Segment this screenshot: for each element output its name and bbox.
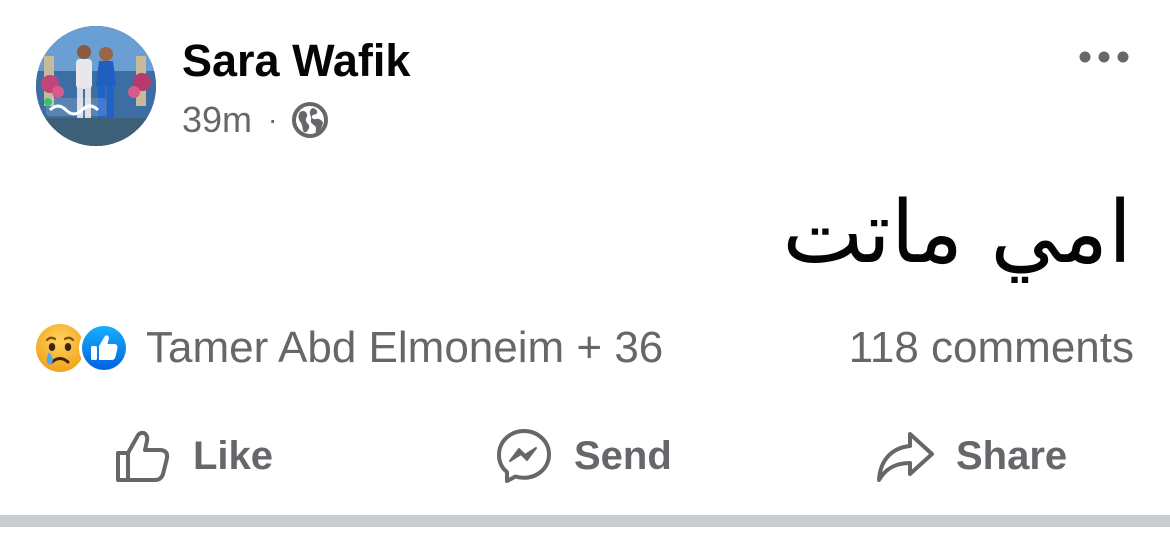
share-button[interactable]: Share <box>874 420 1067 492</box>
author-name[interactable]: Sara Wafik <box>182 36 410 86</box>
like-button[interactable]: Like <box>113 420 273 492</box>
post-meta: 39m · <box>182 98 329 142</box>
comments-count[interactable]: 118 comments <box>849 318 1134 378</box>
post-timestamp[interactable]: 39m <box>182 99 252 141</box>
feed-divider <box>0 515 1170 527</box>
reactors-summary-text[interactable]: Tamer Abd Elmoneim + 36 <box>146 323 663 373</box>
send-button[interactable]: Send <box>494 420 672 492</box>
more-dots-icon <box>1079 51 1129 63</box>
post-card: Sara Wafik 39m · امي ماتت Tamer Abd Elmo… <box>0 0 1170 539</box>
share-label: Share <box>956 433 1068 478</box>
share-arrow-icon <box>877 432 934 482</box>
post-text: امي ماتت <box>782 183 1132 283</box>
messenger-icon <box>497 429 551 483</box>
send-label: Send <box>574 433 672 478</box>
more-options-button[interactable] <box>1074 40 1134 74</box>
meta-separator: · <box>268 104 278 135</box>
like-reaction-icon <box>78 322 130 374</box>
action-bar: Like Send Share <box>0 420 1170 492</box>
reaction-icons <box>34 322 134 374</box>
reactions-summary[interactable]: Tamer Abd Elmoneim + 36 <box>34 318 663 378</box>
author-avatar[interactable] <box>36 26 156 146</box>
thumbs-up-icon <box>116 430 170 482</box>
like-label: Like <box>193 433 274 478</box>
globe-icon[interactable] <box>291 101 329 139</box>
